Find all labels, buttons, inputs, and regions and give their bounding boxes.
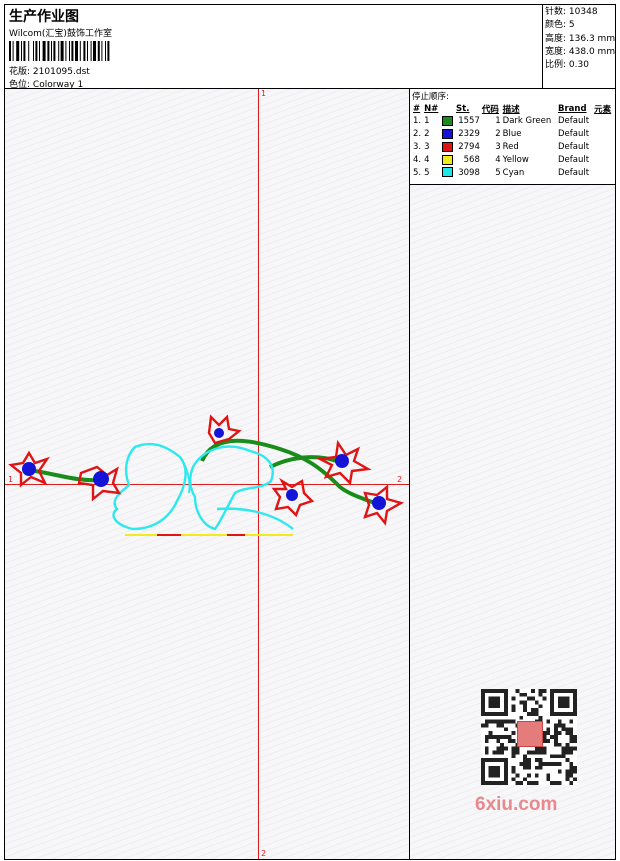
embroidery-design: [8, 414, 405, 536]
flower-right-top: [315, 439, 372, 486]
flower-center: [271, 477, 315, 518]
row-code: 2: [495, 129, 501, 140]
row-stitches: 2329: [458, 129, 480, 140]
row-number: 2: [424, 129, 430, 140]
row-index: 5.: [413, 167, 422, 178]
design-area: 1 2 1 2: [5, 89, 409, 859]
thread-row: 4. 4 568 4 Yellow Default: [412, 153, 614, 166]
row-description: Cyan: [502, 167, 525, 178]
row-code: 3: [495, 141, 501, 152]
row-stitches: 2794: [458, 141, 480, 152]
stop-sequence-table-box: 停止顺序: # N# St. 代码 描述 Brand 元素 1. 1 1557 1 Da…: [410, 89, 615, 185]
row-brand: Default: [558, 129, 590, 140]
row-number: 4: [424, 154, 430, 165]
color-swatch: [441, 141, 453, 152]
flower-mid-left: [77, 465, 122, 502]
color-swatch: [441, 128, 453, 139]
color-swatch: [441, 167, 453, 178]
row-index: 1.: [413, 116, 422, 127]
row-number: 5: [424, 167, 430, 178]
row-number: 3: [424, 141, 430, 152]
thread-row: 1. 1 1557 1 Dark Green Default: [412, 115, 614, 128]
stat-scale: 比例: 0.30: [545, 60, 589, 71]
row-index: 4.: [413, 154, 422, 165]
col-index: #: [413, 103, 421, 114]
studio-name: Wilcom(汇宝)鼓饰工作室: [9, 29, 112, 39]
row-element: [593, 153, 614, 166]
stat-height: 高度: 136.3 mm: [545, 33, 616, 44]
row-stitches: 3098: [458, 167, 480, 178]
stamp-icon: [517, 721, 543, 747]
thread-table-header: # N# St. 代码 描述 Brand 元素: [412, 102, 614, 115]
cyan-leaf-base: [216, 507, 294, 530]
row-swatch: [441, 128, 455, 141]
stat-stitches: 针数: 10348: [545, 7, 598, 17]
row-element: [593, 115, 614, 128]
sheet-title: 生产作业图: [9, 9, 79, 25]
thread-row: 5. 5 3098 5 Cyan Default: [412, 166, 614, 179]
row-description: Dark Green: [502, 116, 552, 127]
row-swatch: [441, 141, 455, 154]
watermark-text: 6xiu.com: [475, 794, 558, 815]
barcode: [9, 41, 110, 61]
sheet-header: 生产作业图 Wilcom(汇宝)鼓饰工作室 花版: 2101095.dst 色位…: [5, 5, 615, 90]
row-description: Red: [502, 141, 519, 152]
thread-row: 3. 3 2794 3 Red Default: [412, 141, 614, 154]
row-code: 1: [495, 116, 501, 127]
row-code: 5: [495, 167, 501, 178]
row-swatch: [441, 153, 455, 166]
watermark: 6xiu.com: [471, 681, 586, 816]
cyan-leaf-left: [112, 442, 187, 531]
col-brand: Brand: [558, 103, 587, 114]
row-brand: Default: [558, 167, 590, 178]
production-sheet: 生产作业图 Wilcom(汇宝)鼓饰工作室 花版: 2101095.dst 色位…: [4, 4, 616, 860]
flower-left: [8, 450, 50, 488]
col-number: N#: [424, 103, 439, 114]
row-index: 3.: [413, 141, 422, 152]
col-stitches: St.: [456, 103, 470, 114]
color-swatch: [441, 116, 453, 127]
row-description: Blue: [502, 129, 522, 140]
file-line: 花版: 2101095.dst: [9, 64, 90, 77]
stat-width: 宽度: 438.0 mm: [545, 46, 616, 57]
thread-table: # N# St. 代码 描述 Brand 元素 1. 1 1557 1 Dark Gre…: [412, 102, 614, 179]
row-brand: Default: [558, 141, 590, 152]
row-swatch: [441, 166, 455, 179]
row-number: 1: [424, 116, 430, 127]
flower-right-bottom: [363, 484, 405, 526]
row-index: 2.: [413, 129, 422, 140]
row-element: [593, 141, 614, 154]
col-element: 元素: [594, 104, 612, 115]
stats-box: 针数: 10348 颜色: 5 高度: 136.3 mm 宽度: 438.0 m…: [542, 5, 615, 89]
stop-sequence-title: 停止顺序:: [412, 92, 449, 102]
row-element: [593, 128, 614, 141]
col-description: 描述: [502, 104, 520, 115]
color-swatch: [441, 154, 453, 165]
row-swatch: [441, 115, 455, 128]
row-stitches: 1557: [458, 116, 480, 127]
thread-row: 2. 2 2329 2 Blue Default: [412, 128, 614, 141]
row-brand: Default: [558, 116, 590, 127]
col-code: 代码: [481, 104, 499, 115]
row-code: 4: [495, 154, 501, 165]
row-brand: Default: [558, 154, 590, 165]
row-description: Yellow: [502, 154, 529, 165]
file-value: 2101095.dst: [32, 67, 90, 77]
row-element: [593, 166, 614, 179]
row-stitches: 568: [463, 154, 480, 165]
file-label: 花版:: [9, 67, 31, 77]
col-swatch: [441, 102, 455, 115]
stat-colors: 颜色: 5: [545, 20, 575, 31]
